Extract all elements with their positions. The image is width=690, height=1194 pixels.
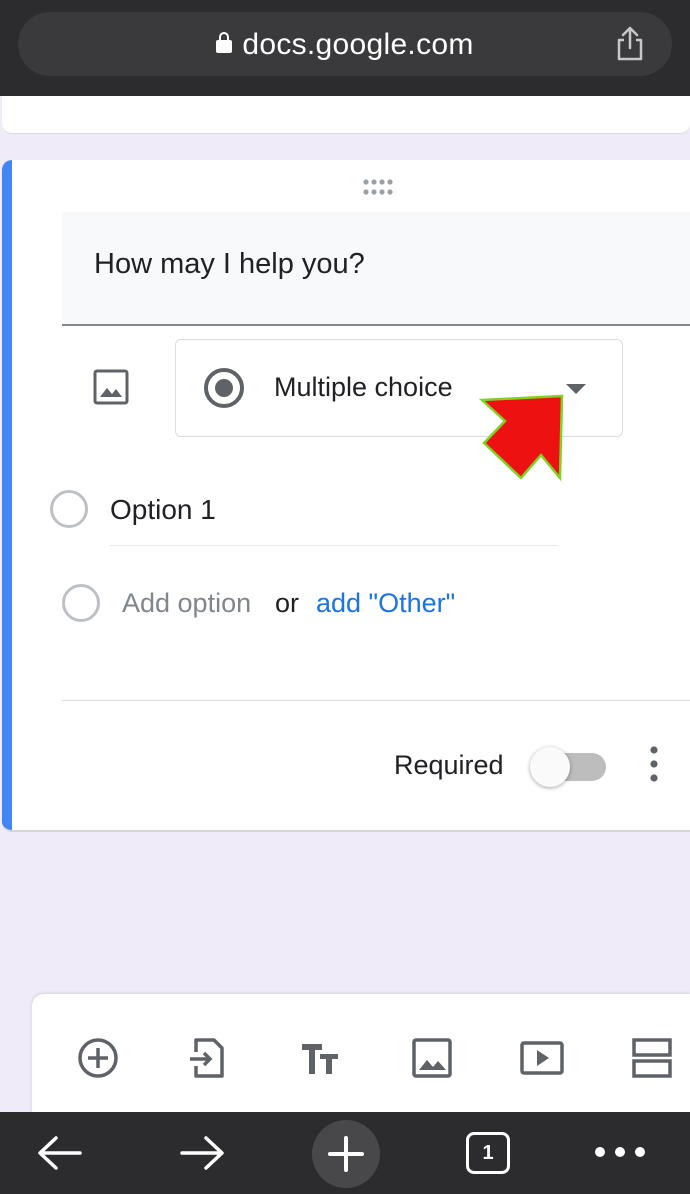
required-toggle-thumb[interactable] (530, 747, 570, 787)
add-option-radio-icon (62, 584, 100, 622)
add-question-icon[interactable] (74, 1034, 122, 1082)
lock-icon (216, 32, 233, 53)
option-1-underline (110, 545, 558, 546)
add-image-icon[interactable] (92, 368, 130, 406)
address-bar[interactable]: docs.google.com (18, 12, 672, 76)
new-tab-button[interactable] (312, 1120, 380, 1188)
add-image-icon[interactable] (408, 1034, 456, 1082)
previous-card (2, 96, 690, 134)
browser-top-bar: docs.google.com (0, 0, 690, 96)
option-1-label[interactable]: Option 1 (110, 494, 216, 526)
back-arrow-icon[interactable] (32, 1128, 88, 1178)
question-type-label: Multiple choice (274, 372, 453, 402)
question-title-field[interactable]: How may I help you? (62, 212, 690, 326)
question-card[interactable]: How may I help you? Multiple choice Opti… (2, 160, 690, 832)
add-option-input[interactable]: Add option (122, 588, 251, 619)
url-label: docs.google.com (242, 28, 474, 61)
required-label: Required (394, 750, 504, 780)
import-questions-icon[interactable] (184, 1034, 232, 1082)
share-icon[interactable] (614, 26, 646, 62)
drag-handle-icon[interactable] (362, 178, 394, 198)
form-tools-bar (32, 994, 690, 1124)
active-card-accent (2, 160, 12, 830)
address-bar-text: docs.google.com (18, 28, 672, 62)
plus-icon (328, 1136, 364, 1172)
forward-arrow-icon[interactable] (174, 1128, 230, 1178)
dropdown-caret-icon (566, 384, 586, 394)
more-menu-icon[interactable] (592, 1142, 648, 1162)
or-text: or (275, 588, 300, 618)
tab-count-button[interactable]: 1 (466, 1132, 510, 1174)
add-section-icon[interactable] (628, 1034, 676, 1082)
add-video-icon[interactable] (518, 1034, 566, 1082)
annotation-arrow-icon (478, 394, 564, 482)
question-title-text: How may I help you? (94, 248, 365, 280)
card-footer-divider (62, 700, 690, 701)
more-options-icon[interactable] (642, 744, 666, 784)
option-radio-icon (50, 490, 88, 528)
radio-selected-icon (204, 368, 244, 408)
add-other-link[interactable]: add "Other" (316, 588, 455, 619)
add-title-icon[interactable] (296, 1034, 344, 1082)
browser-bottom-nav: 1 (0, 1112, 690, 1194)
